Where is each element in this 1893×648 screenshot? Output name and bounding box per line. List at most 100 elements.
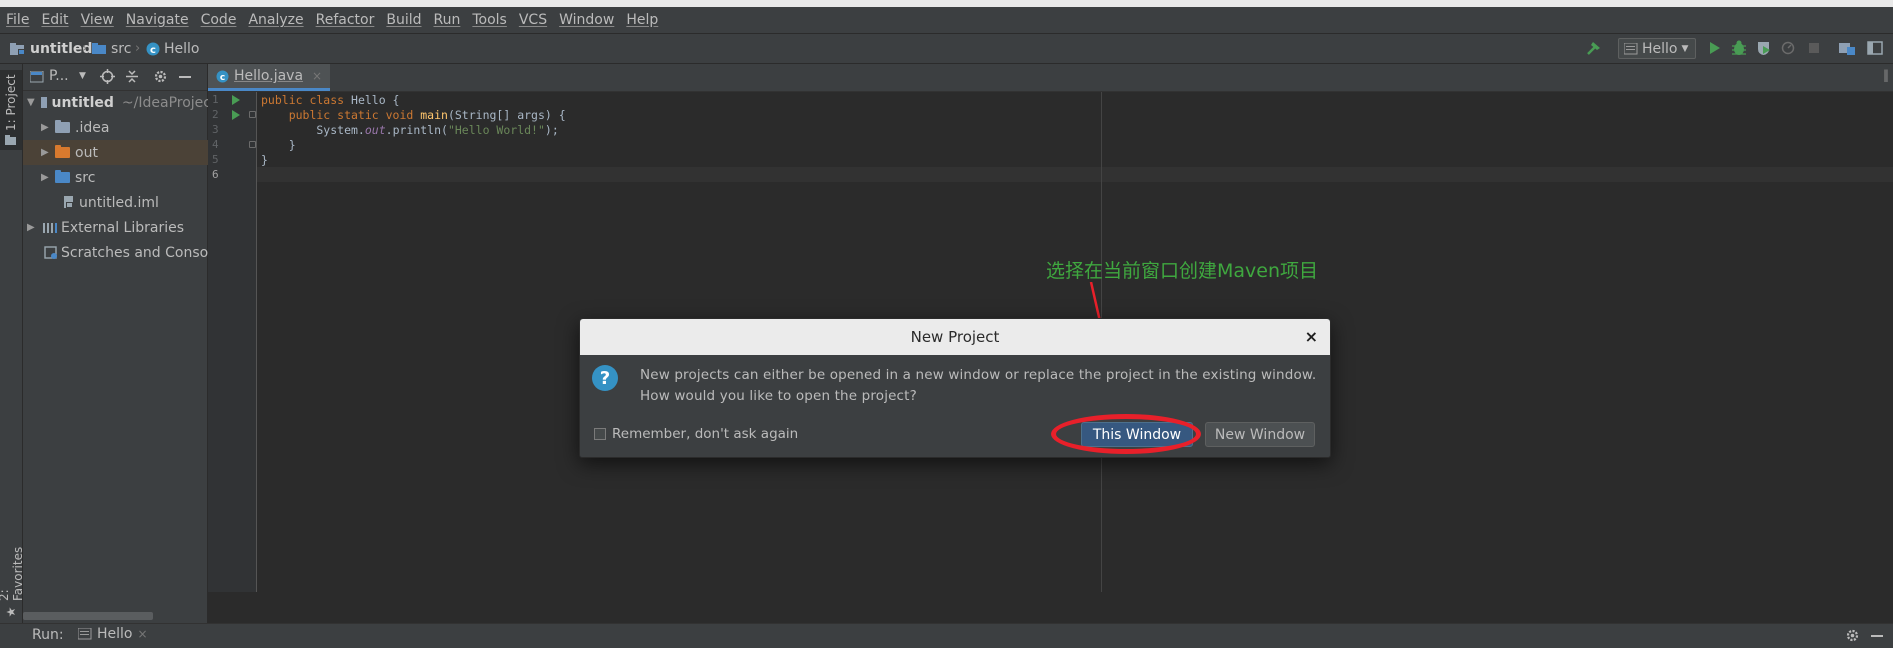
menu-build[interactable]: Build — [380, 12, 427, 28]
run-config-icon — [1624, 42, 1638, 54]
tree-item-external-libraries[interactable]: ▶ External Libraries — [23, 215, 211, 240]
collapse-all-icon[interactable] — [125, 69, 139, 84]
tree-item-idea[interactable]: ▶ .idea — [23, 115, 225, 140]
breadcrumb-file[interactable]: c Hello — [146, 34, 200, 63]
collapsed-arrow-icon[interactable]: ▶ — [41, 172, 51, 183]
minimize-icon[interactable] — [178, 70, 192, 84]
new-window-button[interactable]: New Window — [1205, 422, 1315, 447]
tree-item-src[interactable]: ▶ src — [23, 165, 225, 190]
menu-help[interactable]: Help — [620, 12, 664, 28]
menu-view[interactable]: View — [75, 12, 120, 28]
dialog-message-line-2: How would you like to open the project? — [640, 388, 917, 404]
run-config-label: Hello — [1642, 40, 1678, 57]
collapsed-arrow-icon[interactable]: ▶ — [27, 222, 37, 233]
menu-window[interactable]: Window — [553, 12, 620, 28]
coverage-icon[interactable] — [1755, 39, 1773, 57]
java-class-icon: c — [216, 70, 229, 83]
fold-marker-icon[interactable] — [249, 111, 256, 118]
folder-icon — [92, 42, 106, 54]
collapsed-arrow-icon[interactable]: ▶ — [41, 122, 51, 133]
tab-hello-java[interactable]: c Hello.java × — [208, 64, 331, 91]
favorites-tool-tab-label: 2: Favorites — [0, 546, 25, 601]
close-icon[interactable]: × — [138, 627, 148, 641]
tree-item-untitled[interactable]: ▼ untitled ~/IdeaProjec — [23, 90, 211, 115]
tab-label: Hello.java — [234, 68, 304, 84]
project-structure-icon[interactable] — [1838, 39, 1856, 57]
editor-tab-bar: c Hello.java × ‖ — [208, 64, 1893, 92]
new-project-dialog: New Project × ? New projects can either … — [579, 318, 1331, 458]
dialog-title: New Project — [910, 328, 1000, 346]
layout-icon[interactable] — [1866, 39, 1884, 57]
iml-file-icon — [64, 195, 73, 208]
remember-checkbox-row[interactable]: Remember, don't ask again — [594, 426, 798, 442]
module-folder-icon — [10, 42, 25, 55]
star-icon: ★ — [4, 605, 18, 619]
stop-icon[interactable] — [1805, 39, 1823, 57]
run-class-gutter-icon[interactable] — [232, 95, 240, 105]
tree-item-path: ~/IdeaProjec — [121, 94, 211, 111]
breadcrumb-separator: › — [135, 41, 141, 56]
tree-item-scratches[interactable]: Scratches and Consol — [23, 240, 228, 265]
svg-text:c: c — [150, 45, 156, 56]
excluded-folder-icon — [55, 145, 70, 158]
minimize-icon[interactable] — [1870, 629, 1884, 643]
breadcrumb-file-label: Hello — [164, 40, 200, 57]
menu-run[interactable]: Run — [428, 12, 467, 28]
breadcrumb-separator: › — [82, 41, 88, 56]
dialog-message-line-1: New projects can either be opened in a n… — [640, 367, 1317, 383]
code-line-5: } — [261, 153, 268, 167]
annotation-highlight-ellipse — [1051, 414, 1201, 454]
build-hammer-icon[interactable] — [1585, 39, 1603, 57]
project-tool-window: P... ▼ ▼ untitled ~/IdeaProjec ▶ .idea ▶… — [23, 64, 225, 624]
tree-item-label: .idea — [75, 119, 110, 136]
run-config-icon — [78, 628, 92, 640]
menu-file[interactable]: File — [0, 12, 35, 28]
menu-edit[interactable]: Edit — [35, 12, 74, 28]
locate-target-icon[interactable] — [100, 69, 115, 84]
tree-item-label: out — [75, 144, 98, 161]
expanded-arrow-icon[interactable]: ▼ — [27, 97, 35, 108]
tree-item-label: untitled — [51, 94, 114, 111]
profile-icon[interactable] — [1780, 39, 1798, 57]
chevron-down-icon[interactable]: ▼ — [79, 71, 86, 81]
menu-bar: File Edit View Navigate Code Analyze Ref… — [0, 7, 1893, 33]
project-tool-tab[interactable]: 1: Project — [0, 70, 22, 150]
folder-icon — [5, 135, 16, 146]
gear-icon[interactable] — [1845, 628, 1860, 643]
run-configuration-selector[interactable]: Hello ▼ — [1618, 38, 1696, 59]
gear-icon[interactable] — [153, 69, 168, 84]
menu-analyze[interactable]: Analyze — [242, 12, 309, 28]
project-view-selector[interactable]: P... — [49, 68, 69, 84]
source-folder-icon — [55, 170, 70, 183]
menu-tools[interactable]: Tools — [466, 12, 513, 28]
run-method-gutter-icon[interactable] — [232, 110, 240, 120]
tree-item-out[interactable]: ▶ out — [23, 140, 225, 165]
scratches-icon — [44, 245, 57, 259]
close-icon[interactable]: × — [312, 69, 322, 83]
remember-checkbox[interactable] — [594, 428, 606, 440]
close-icon[interactable]: × — [1305, 327, 1318, 346]
question-icon: ? — [592, 365, 618, 391]
line-number: 4 — [212, 138, 219, 151]
module-folder-icon — [40, 97, 48, 108]
menu-navigate[interactable]: Navigate — [120, 12, 195, 28]
breadcrumb-folder-label: src — [111, 40, 132, 57]
left-tool-stripe: 1: Project ★ 2: Favorites — [0, 64, 25, 624]
debug-icon[interactable] — [1730, 39, 1748, 57]
run-icon[interactable] — [1705, 39, 1723, 57]
editor-gutter: 1 2 3 4 5 6 — [208, 92, 257, 592]
fold-marker-icon[interactable] — [249, 141, 256, 148]
collapsed-arrow-icon[interactable]: ▶ — [41, 147, 51, 158]
menu-refactor[interactable]: Refactor — [310, 12, 381, 28]
split-vertically-icon[interactable]: ‖ — [1883, 68, 1889, 82]
run-tab-hello[interactable]: Hello × — [78, 626, 148, 642]
menu-vcs[interactable]: VCS — [513, 12, 553, 28]
project-view-icon — [30, 71, 44, 83]
breadcrumb-folder[interactable]: src — [92, 34, 131, 63]
current-line-highlight — [257, 167, 1893, 182]
breadcrumb-project[interactable]: untitled — [10, 34, 92, 63]
menu-code[interactable]: Code — [195, 12, 243, 28]
favorites-tool-tab[interactable]: ★ 2: Favorites — [0, 534, 25, 619]
horizontal-scrollbar[interactable] — [23, 612, 153, 620]
line-number: 5 — [212, 153, 219, 166]
